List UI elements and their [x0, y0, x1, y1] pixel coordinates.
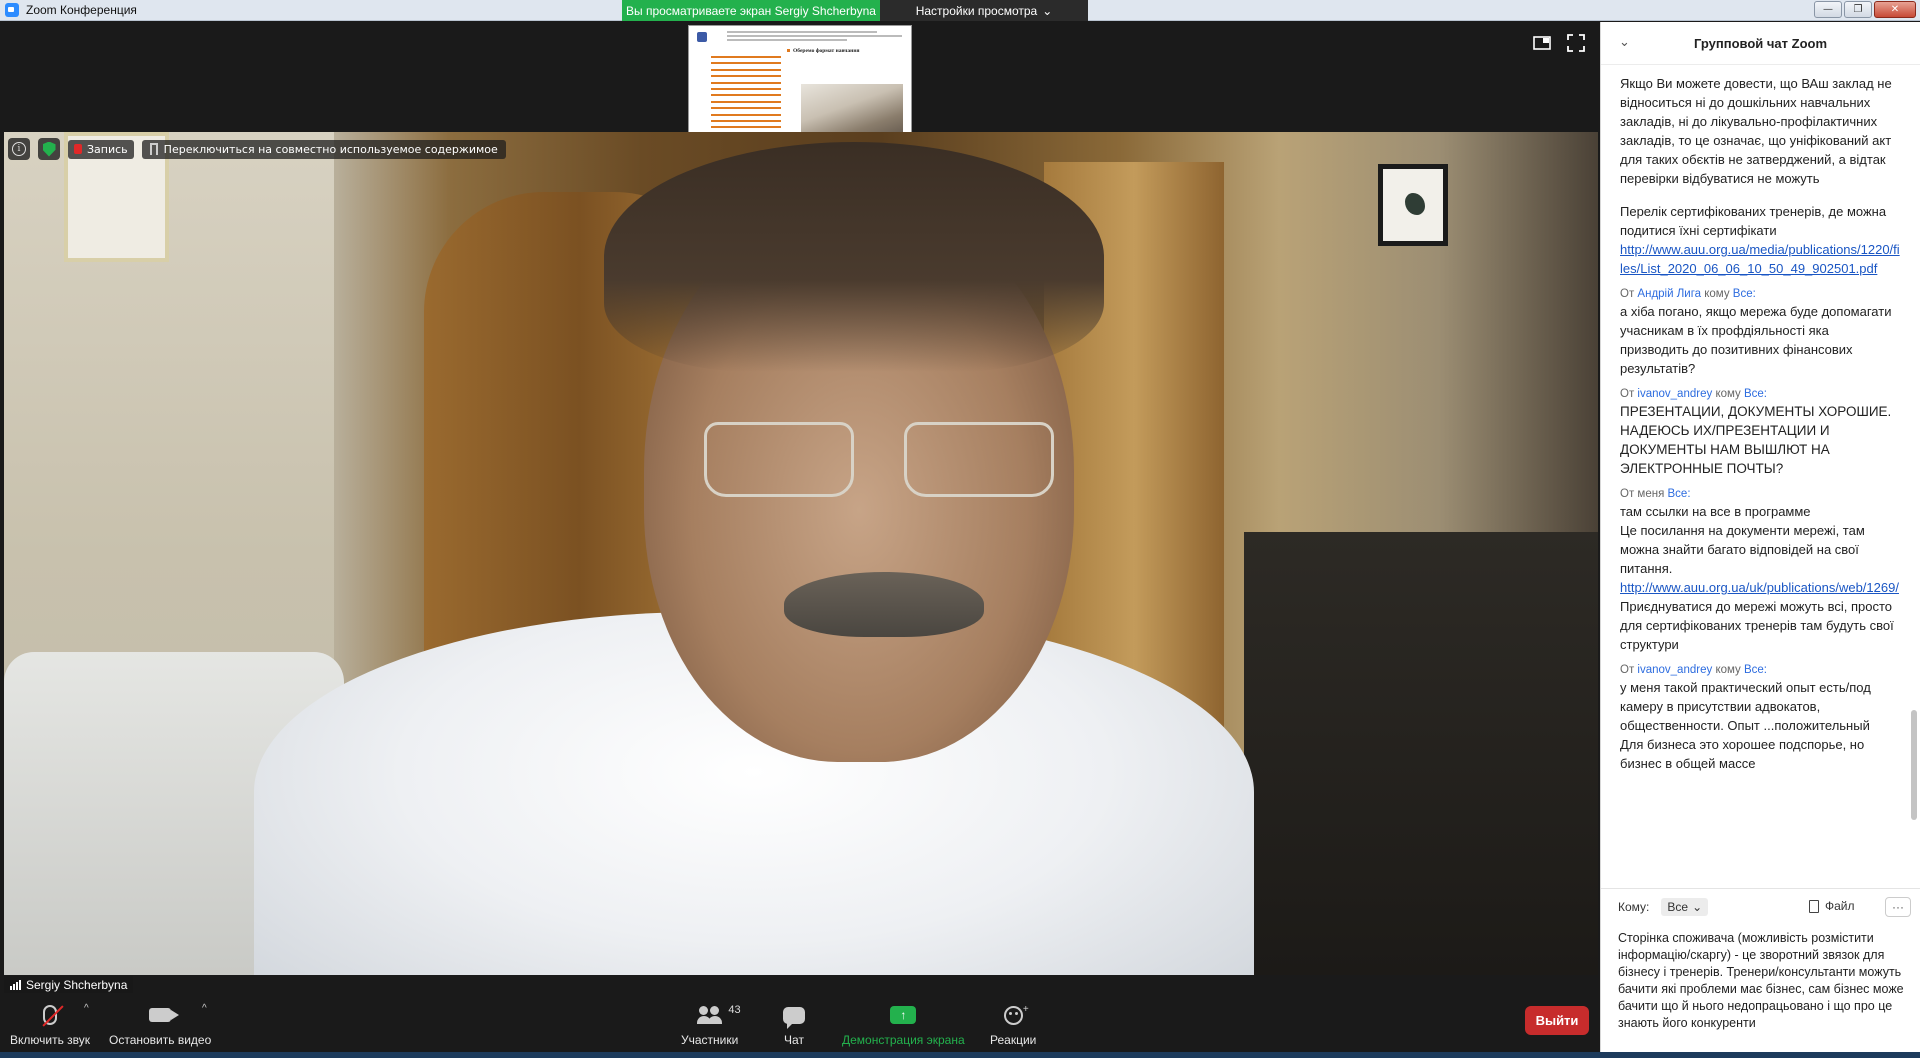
video-options-caret[interactable]: ^: [202, 1003, 207, 1014]
unmute-label: Включить звук: [10, 1033, 91, 1047]
chevron-down-icon: ⌄: [1042, 3, 1053, 18]
recipient: Все:: [1732, 288, 1756, 300]
viewing-screen-banner: Вы просматриваете экран Sergiy Shcherbyn…: [622, 0, 880, 21]
file-icon: [1809, 899, 1819, 913]
sender-name[interactable]: ivanov_andrey: [1637, 664, 1712, 676]
maximize-button[interactable]: ❐: [1844, 1, 1872, 18]
thumbnail-heading: Оберемо формат навчання: [793, 48, 860, 54]
share-screen-icon: ↑: [890, 1006, 917, 1024]
record-icon: [74, 144, 82, 154]
recipient: Все:: [1743, 664, 1767, 676]
sender-name: меня: [1637, 488, 1665, 500]
zoom-app-icon: [5, 3, 19, 17]
more-options-button[interactable]: ···: [1885, 897, 1911, 917]
switch-label: Переключиться на совместно используемое …: [163, 142, 498, 156]
chat-title: Групповой чат Zoom: [1693, 35, 1828, 51]
chevron-down-icon: ⌄: [1692, 899, 1703, 914]
file-button[interactable]: Файл: [1809, 899, 1855, 913]
chat-message: От Андрій Лига кому Все: а хіба погано, …: [1620, 288, 1892, 376]
recipient-select[interactable]: Все ⌄: [1661, 897, 1709, 916]
participants-count: 43: [728, 1004, 741, 1016]
window-controls: — ❐ ✕: [1814, 1, 1916, 18]
view-controls: [1533, 34, 1585, 52]
chat-message: Перелік сертифікованих тренерів, де можн…: [1620, 204, 1900, 276]
signal-icon: [10, 979, 21, 990]
close-button[interactable]: ✕: [1874, 1, 1916, 18]
chat-message-input[interactable]: Сторінка споживача (можливість розмістит…: [1601, 926, 1920, 1052]
fullscreen-icon[interactable]: [1567, 34, 1585, 52]
stop-video-label: Остановить видео: [109, 1033, 212, 1047]
minimize-button[interactable]: —: [1814, 1, 1842, 18]
taskbar: [0, 1052, 1920, 1058]
audio-options-caret[interactable]: ^: [84, 1003, 89, 1014]
info-icon: i: [12, 142, 26, 156]
reactions-button[interactable]: + Реакции: [990, 1001, 1037, 1048]
camera-icon: [149, 1008, 180, 1022]
chat-message: От меня Все: там ссылки на все в програм…: [1620, 488, 1899, 652]
shield-icon: [42, 141, 56, 157]
participant-name: Sergiy Shcherbyna: [26, 977, 128, 992]
view-options-label: Настройки просмотра: [915, 3, 1038, 18]
chat-link[interactable]: http://www.auu.org.ua/media/publications…: [1620, 242, 1900, 276]
participants-button[interactable]: 43 Участники: [681, 1001, 741, 1047]
participants-label: Участники: [681, 1033, 739, 1047]
switch-to-shared-content-button[interactable]: Переключиться на совместно используемое …: [141, 139, 506, 159]
view-options-dropdown[interactable]: Настройки просмотра ⌄: [880, 0, 1088, 21]
share-screen-button[interactable]: ↑ Демонстрация экрана: [842, 1001, 965, 1047]
chat-message: Якщо Ви можете довести, що ВАш заклад не…: [1620, 76, 1892, 186]
chat-message: От ivanov_andrey кому Все: у меня такой …: [1620, 664, 1871, 771]
recipient: Все:: [1743, 388, 1767, 400]
meeting-info-button[interactable]: i: [8, 138, 30, 160]
scrollbar-thumb[interactable]: [1911, 710, 1917, 820]
meeting-toolbar: Включить звук ^ Остановить видео ^ 43 Уч…: [0, 997, 1600, 1052]
chat-message: От ivanov_andrey кому Все: ПРЕЗЕНТАЦИИ, …: [1620, 388, 1892, 476]
reactions-icon: +: [1003, 1004, 1029, 1025]
stop-video-button[interactable]: Остановить видео: [109, 1001, 211, 1047]
thumbnail-logo: [697, 32, 707, 42]
chat-button[interactable]: Чат: [783, 1001, 805, 1047]
chat-panel: ⌄ Групповой чат Zoom Якщо Ви можете дове…: [1600, 22, 1920, 1052]
participant-name-tag: Sergiy Shcherbyna: [4, 976, 134, 993]
video-overlay-controls: i Запись Переключиться на совместно испо…: [8, 138, 506, 160]
record-label: Запись: [87, 142, 128, 156]
to-label: Кому:: [1618, 899, 1650, 914]
recording-indicator[interactable]: Запись: [68, 139, 134, 159]
unmute-button[interactable]: Включить звук: [10, 1001, 90, 1047]
sender-name[interactable]: ivanov_andrey: [1637, 388, 1712, 400]
recipient: Все:: [1667, 488, 1691, 500]
chat-scrollbar[interactable]: [1911, 70, 1917, 890]
chat-label: Чат: [784, 1033, 804, 1047]
chat-footer: Кому: Все ⌄ Файл ···: [1601, 888, 1920, 924]
reactions-label: Реакции: [990, 1033, 1037, 1047]
share-screen-label: Демонстрация экрана: [842, 1033, 965, 1047]
sender-name[interactable]: Андрій Лига: [1637, 288, 1701, 300]
microphone-muted-icon: [42, 1005, 64, 1027]
chat-link[interactable]: http://www.auu.org.ua/uk/publications/we…: [1620, 580, 1899, 595]
pin-icon: [149, 143, 158, 155]
chat-message-list[interactable]: Якщо Ви можете довести, що ВАш заклад не…: [1601, 66, 1920, 886]
participants-icon: 43: [696, 1004, 741, 1024]
glasses: [704, 422, 1064, 502]
thumbnail-header: [697, 30, 905, 42]
encryption-button[interactable]: [38, 138, 60, 160]
chat-icon: [783, 1006, 805, 1029]
layout-icon[interactable]: [1533, 34, 1551, 52]
chevron-down-icon[interactable]: ⌄: [1619, 34, 1630, 50]
butterfly-frame: [1378, 164, 1448, 246]
chat-header: ⌄ Групповой чат Zoom: [1601, 22, 1920, 65]
window-title: Zoom Конференция: [26, 3, 137, 17]
speaker-video: [4, 132, 1598, 975]
leave-button[interactable]: Выйти: [1525, 1006, 1589, 1035]
